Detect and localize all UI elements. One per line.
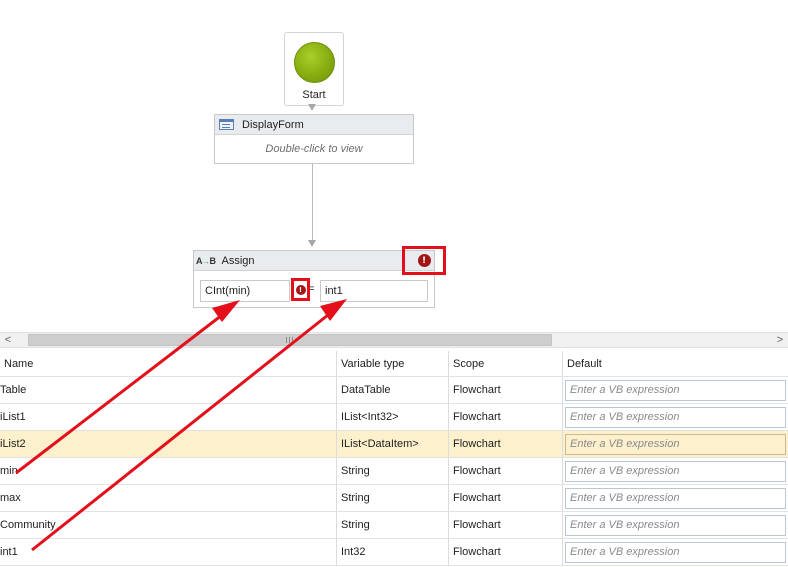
table-row[interactable]: Table DataTable Flowchart Enter a VB exp… bbox=[0, 377, 788, 404]
default-expression-input[interactable]: Enter a VB expression bbox=[565, 406, 786, 428]
error-icon[interactable]: ! bbox=[417, 254, 431, 267]
variable-type[interactable]: IList<Int32> bbox=[337, 404, 449, 430]
displayform-activity[interactable]: DisplayForm Double-click to view bbox=[214, 114, 414, 164]
variable-scope[interactable]: Flowchart bbox=[449, 485, 563, 511]
variable-scope[interactable]: Flowchart bbox=[449, 512, 563, 538]
variable-scope[interactable]: Flowchart bbox=[449, 431, 563, 457]
header-scope[interactable]: Scope bbox=[449, 351, 563, 376]
variable-type[interactable]: String bbox=[337, 485, 449, 511]
table-row[interactable]: max String Flowchart Enter a VB expressi… bbox=[0, 485, 788, 512]
variable-default-cell: Enter a VB expression bbox=[563, 539, 788, 565]
variable-default-cell: Enter a VB expression bbox=[563, 485, 788, 511]
scroll-right-button[interactable]: > bbox=[772, 333, 788, 347]
displayform-hint: Double-click to view bbox=[265, 143, 363, 155]
scroll-grip-icon bbox=[286, 337, 295, 343]
variable-name[interactable]: min bbox=[0, 458, 337, 484]
start-circle-icon bbox=[294, 42, 335, 83]
variable-default-cell: Enter a VB expression bbox=[563, 512, 788, 538]
variable-name[interactable]: int1 bbox=[0, 539, 337, 565]
variable-scope[interactable]: Flowchart bbox=[449, 404, 563, 430]
variable-type[interactable]: String bbox=[337, 512, 449, 538]
variable-default-cell: Enter a VB expression bbox=[563, 431, 788, 457]
displayform-title: DisplayForm bbox=[242, 118, 304, 131]
default-expression-input[interactable]: Enter a VB expression bbox=[565, 541, 786, 563]
start-label: Start bbox=[302, 89, 326, 101]
assign-activity[interactable]: A→B Assign CInt(min) = int1 ! ! bbox=[193, 246, 446, 308]
variable-name[interactable]: iList1 bbox=[0, 404, 337, 430]
default-expression-input[interactable]: Enter a VB expression bbox=[565, 514, 786, 536]
variable-scope[interactable]: Flowchart bbox=[449, 377, 563, 403]
assign-header: A→B Assign bbox=[194, 251, 434, 271]
horizontal-scrollbar[interactable]: < > bbox=[0, 332, 788, 348]
assign-title: Assign bbox=[221, 254, 255, 267]
form-icon bbox=[219, 119, 234, 130]
grid-header-row: Name Variable type Scope Default bbox=[0, 351, 788, 377]
default-expression-input[interactable]: Enter a VB expression bbox=[565, 433, 786, 455]
variable-name[interactable]: iList2 bbox=[0, 431, 337, 457]
default-expression-input[interactable]: Enter a VB expression bbox=[565, 460, 786, 482]
header-default[interactable]: Default bbox=[563, 351, 788, 376]
header-variable-type[interactable]: Variable type bbox=[337, 351, 449, 376]
connector-display-assign bbox=[312, 164, 313, 240]
scroll-left-button[interactable]: < bbox=[0, 333, 16, 347]
table-row[interactable]: iList1 IList<Int32> Flowchart Enter a VB… bbox=[0, 404, 788, 431]
assign-to-field[interactable]: CInt(min) bbox=[200, 280, 290, 302]
table-row[interactable]: iList2 IList<DataItem> Flowchart Enter a… bbox=[0, 431, 788, 458]
scroll-thumb[interactable] bbox=[28, 334, 552, 346]
connector-arrowhead bbox=[308, 104, 316, 111]
annotation-error-box-header: ! bbox=[402, 246, 446, 275]
variable-name[interactable]: Table bbox=[0, 377, 337, 403]
table-row[interactable]: Community String Flowchart Enter a VB ex… bbox=[0, 512, 788, 539]
workflow-designer-canvas: Start DisplayForm Double-click to view A… bbox=[0, 0, 788, 332]
variable-default-cell: Enter a VB expression bbox=[563, 458, 788, 484]
variable-default-cell: Enter a VB expression bbox=[563, 377, 788, 403]
displayform-header: DisplayForm bbox=[215, 115, 413, 135]
variable-name[interactable]: Community bbox=[0, 512, 337, 538]
variable-type[interactable]: Int32 bbox=[337, 539, 449, 565]
annotation-error-box-field: ! bbox=[291, 278, 310, 301]
assign-ab-icon: A→B bbox=[196, 255, 216, 266]
table-row[interactable]: int1 Int32 Flowchart Enter a VB expressi… bbox=[0, 539, 788, 566]
connector-arrowhead bbox=[308, 240, 316, 247]
table-row[interactable]: min String Flowchart Enter a VB expressi… bbox=[0, 458, 788, 485]
header-name[interactable]: Name bbox=[0, 351, 337, 376]
variable-type[interactable]: DataTable bbox=[337, 377, 449, 403]
variable-type[interactable]: String bbox=[337, 458, 449, 484]
variable-scope[interactable]: Flowchart bbox=[449, 539, 563, 565]
variable-type[interactable]: IList<DataItem> bbox=[337, 431, 449, 457]
assign-value-field[interactable]: int1 bbox=[320, 280, 428, 302]
variable-default-cell: Enter a VB expression bbox=[563, 404, 788, 430]
start-node[interactable]: Start bbox=[284, 32, 344, 106]
default-expression-input[interactable]: Enter a VB expression bbox=[565, 379, 786, 401]
variable-name[interactable]: max bbox=[0, 485, 337, 511]
error-icon[interactable]: ! bbox=[295, 284, 306, 295]
variable-scope[interactable]: Flowchart bbox=[449, 458, 563, 484]
default-expression-input[interactable]: Enter a VB expression bbox=[565, 487, 786, 509]
